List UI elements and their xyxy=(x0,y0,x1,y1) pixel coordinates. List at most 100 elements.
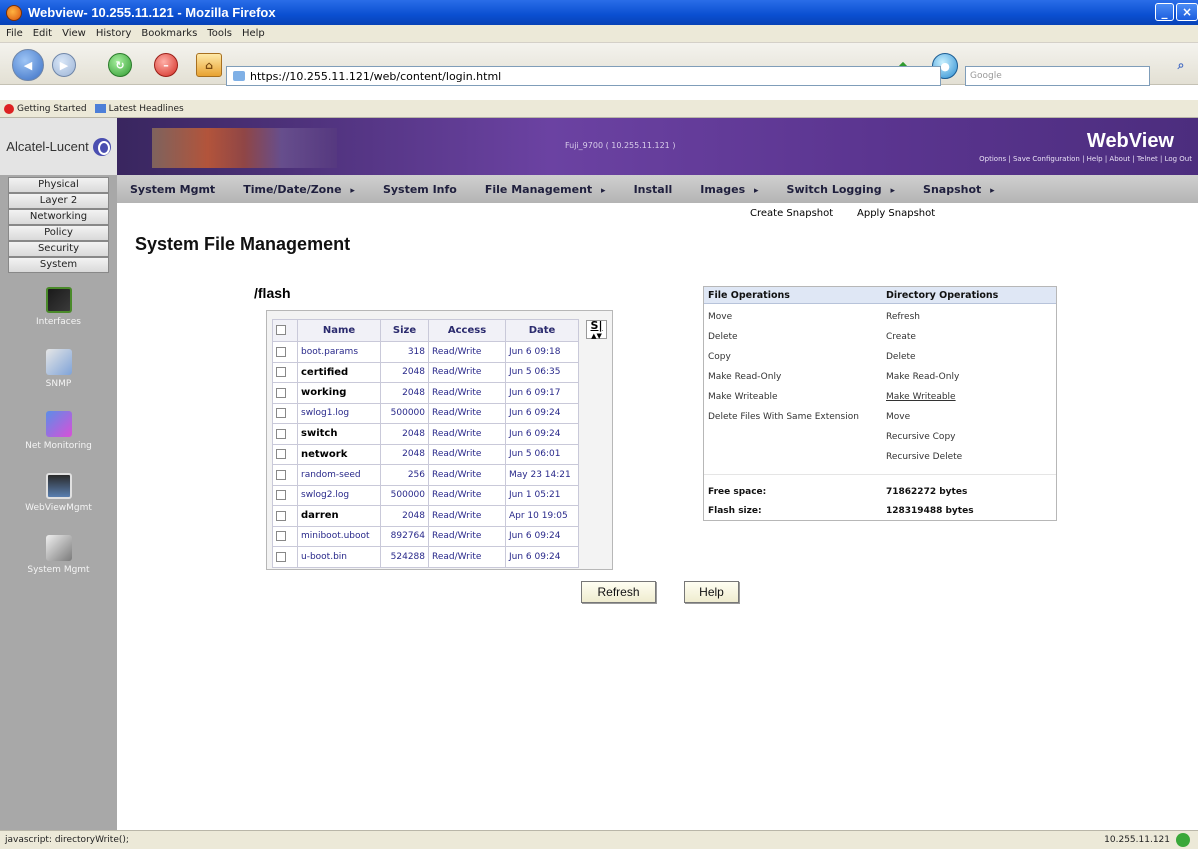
dir-op-make-read-only[interactable]: Make Read-Only xyxy=(886,372,959,382)
row-checkbox[interactable] xyxy=(276,510,286,521)
dir-op-delete[interactable]: Delete xyxy=(886,352,916,362)
sort-control[interactable]: S| ▲▼ xyxy=(586,320,607,340)
file-name[interactable]: u-boot.bin xyxy=(297,546,381,568)
tab-system-info[interactable]: System Info xyxy=(383,183,457,196)
tab-switch-logging[interactable]: Switch Logging xyxy=(787,183,895,196)
tab-install[interactable]: Install xyxy=(634,183,673,196)
reload-icon[interactable]: ↻ xyxy=(108,53,132,77)
row-checkbox[interactable] xyxy=(276,531,286,541)
file-date: Jun 6 09:24 xyxy=(505,423,579,445)
table-row[interactable]: swlog2.log 500000 Read/Write Jun 1 05:21 xyxy=(272,484,579,506)
tab-snapshot[interactable]: Snapshot xyxy=(923,183,995,196)
file-name[interactable]: network xyxy=(297,443,381,465)
file-name[interactable]: boot.params xyxy=(297,341,381,363)
file-op-move[interactable]: Move xyxy=(708,312,732,322)
table-row[interactable]: certified 2048 Read/Write Jun 5 06:35 xyxy=(272,361,579,383)
column-header-name[interactable]: Name xyxy=(297,319,381,342)
help-button[interactable]: Help xyxy=(684,581,739,603)
row-checkbox[interactable] xyxy=(276,449,286,459)
row-checkbox[interactable] xyxy=(276,551,286,562)
menu-bookmarks[interactable]: Bookmarks xyxy=(141,28,197,39)
nav-tab-security[interactable]: Security xyxy=(8,241,109,257)
refresh-button[interactable]: Refresh xyxy=(581,581,656,603)
file-name[interactable]: swlog2.log xyxy=(297,484,381,506)
forward-icon[interactable]: ▶ xyxy=(52,53,76,77)
row-checkbox[interactable] xyxy=(276,469,286,480)
search-input[interactable]: Google xyxy=(965,66,1150,86)
operations-header: File Operations Directory Operations xyxy=(704,287,1056,304)
table-row[interactable]: random-seed 256 Read/Write May 23 14:21 xyxy=(272,464,579,486)
nav-tab-system[interactable]: System xyxy=(8,257,109,273)
row-checkbox[interactable] xyxy=(276,346,286,357)
menu-edit[interactable]: Edit xyxy=(33,28,52,39)
row-checkbox[interactable] xyxy=(276,367,286,377)
table-row[interactable]: network 2048 Read/Write Jun 5 06:01 xyxy=(272,443,579,465)
dir-op-recursive-delete[interactable]: Recursive Delete xyxy=(886,452,962,462)
table-row[interactable]: u-boot.bin 524288 Read/Write Jun 6 09:24 xyxy=(272,546,579,568)
column-header-size[interactable]: Size xyxy=(380,319,429,342)
tab-system-mgmt[interactable]: System Mgmt xyxy=(130,183,215,196)
back-icon[interactable]: ◀ xyxy=(12,49,44,81)
tab-images[interactable]: Images xyxy=(700,183,758,196)
menu-tools[interactable]: Tools xyxy=(207,28,232,39)
file-name[interactable]: swlog1.log xyxy=(297,402,381,424)
bookmark-getting-started[interactable]: Getting Started xyxy=(17,104,87,114)
nav-tab-layer2[interactable]: Layer 2 xyxy=(8,193,109,209)
table-row[interactable]: boot.params 318 Read/Write Jun 6 09:18 xyxy=(272,341,579,363)
row-checkbox[interactable] xyxy=(276,428,286,439)
home-icon[interactable]: ⌂ xyxy=(196,53,222,77)
sidebar-item-interfaces[interactable]: Interfaces xyxy=(0,287,117,327)
file-op-copy[interactable]: Copy xyxy=(708,352,731,362)
file-name[interactable]: certified xyxy=(297,361,381,383)
row-checkbox-cell xyxy=(272,505,298,527)
table-row[interactable]: miniboot.uboot 892764 Read/Write Jun 6 09:2… xyxy=(272,525,579,547)
url-bar[interactable]: https://10.255.11.121/web/content/login.… xyxy=(226,66,941,86)
row-checkbox[interactable] xyxy=(276,490,286,500)
file-access: Read/Write xyxy=(428,484,506,506)
file-name[interactable]: miniboot.uboot xyxy=(297,525,381,547)
bookmark-latest-headlines[interactable]: Latest Headlines xyxy=(109,104,184,114)
table-row[interactable]: darren 2048 Read/Write Apr 10 19:05 xyxy=(272,505,579,527)
dir-op-move[interactable]: Move xyxy=(886,412,910,422)
sidebar-item-snmp[interactable]: SNMP xyxy=(0,349,117,389)
dir-op-refresh[interactable]: Refresh xyxy=(886,312,920,322)
column-header-date[interactable]: Date xyxy=(505,319,579,342)
dir-op-make-writeable[interactable]: Make Writeable xyxy=(886,392,956,402)
subtab-apply-snapshot[interactable]: Apply Snapshot xyxy=(857,208,935,219)
tab-time-date-zone[interactable]: Time/Date/Zone xyxy=(243,183,355,196)
row-checkbox[interactable] xyxy=(276,408,286,418)
file-name[interactable]: switch xyxy=(297,423,381,445)
table-row[interactable]: working 2048 Read/Write Jun 6 09:17 xyxy=(272,382,579,404)
file-name[interactable]: darren xyxy=(297,505,381,527)
sidebar-item-webviewmgmt[interactable]: WebViewMgmt xyxy=(0,473,117,513)
table-row[interactable]: switch 2048 Read/Write Jun 6 09:24 xyxy=(272,423,579,445)
column-header-access[interactable]: Access xyxy=(428,319,506,342)
menu-history[interactable]: History xyxy=(96,28,132,39)
stop-icon[interactable]: – xyxy=(154,53,178,77)
file-op-delete[interactable]: Delete xyxy=(708,332,738,342)
subtab-create-snapshot[interactable]: Create Snapshot xyxy=(750,208,833,219)
file-op-make-writeable[interactable]: Make Writeable xyxy=(708,392,778,402)
file-op-make-read-only[interactable]: Make Read-Only xyxy=(708,372,781,382)
dir-op-create[interactable]: Create xyxy=(886,332,916,342)
row-checkbox[interactable] xyxy=(276,387,286,398)
menu-view[interactable]: View xyxy=(62,28,86,39)
sidebar-item-system-mgmt[interactable]: System Mgmt xyxy=(0,535,117,575)
search-go-icon[interactable]: ⌕ xyxy=(1172,57,1190,73)
file-op-delete-same-extension[interactable]: Delete Files With Same Extension xyxy=(708,412,859,422)
tab-file-management[interactable]: File Management xyxy=(485,183,606,196)
menu-file[interactable]: File xyxy=(6,28,23,39)
header-links[interactable]: Options | Save Configuration | Help | Ab… xyxy=(979,155,1192,163)
table-row[interactable]: swlog1.log 500000 Read/Write Jun 6 09:24 xyxy=(272,402,579,424)
minimize-button[interactable]: _ xyxy=(1155,3,1174,21)
nav-tab-physical[interactable]: Physical xyxy=(8,177,109,193)
select-all-checkbox[interactable] xyxy=(276,325,286,335)
sidebar-item-net-monitoring[interactable]: Net Monitoring xyxy=(0,411,117,451)
file-name[interactable]: random-seed xyxy=(297,464,381,486)
nav-tab-networking[interactable]: Networking xyxy=(8,209,109,225)
close-button[interactable]: × xyxy=(1176,3,1198,21)
file-name[interactable]: working xyxy=(297,382,381,404)
nav-tab-policy[interactable]: Policy xyxy=(8,225,109,241)
menu-help[interactable]: Help xyxy=(242,28,265,39)
dir-op-recursive-copy[interactable]: Recursive Copy xyxy=(886,432,955,442)
